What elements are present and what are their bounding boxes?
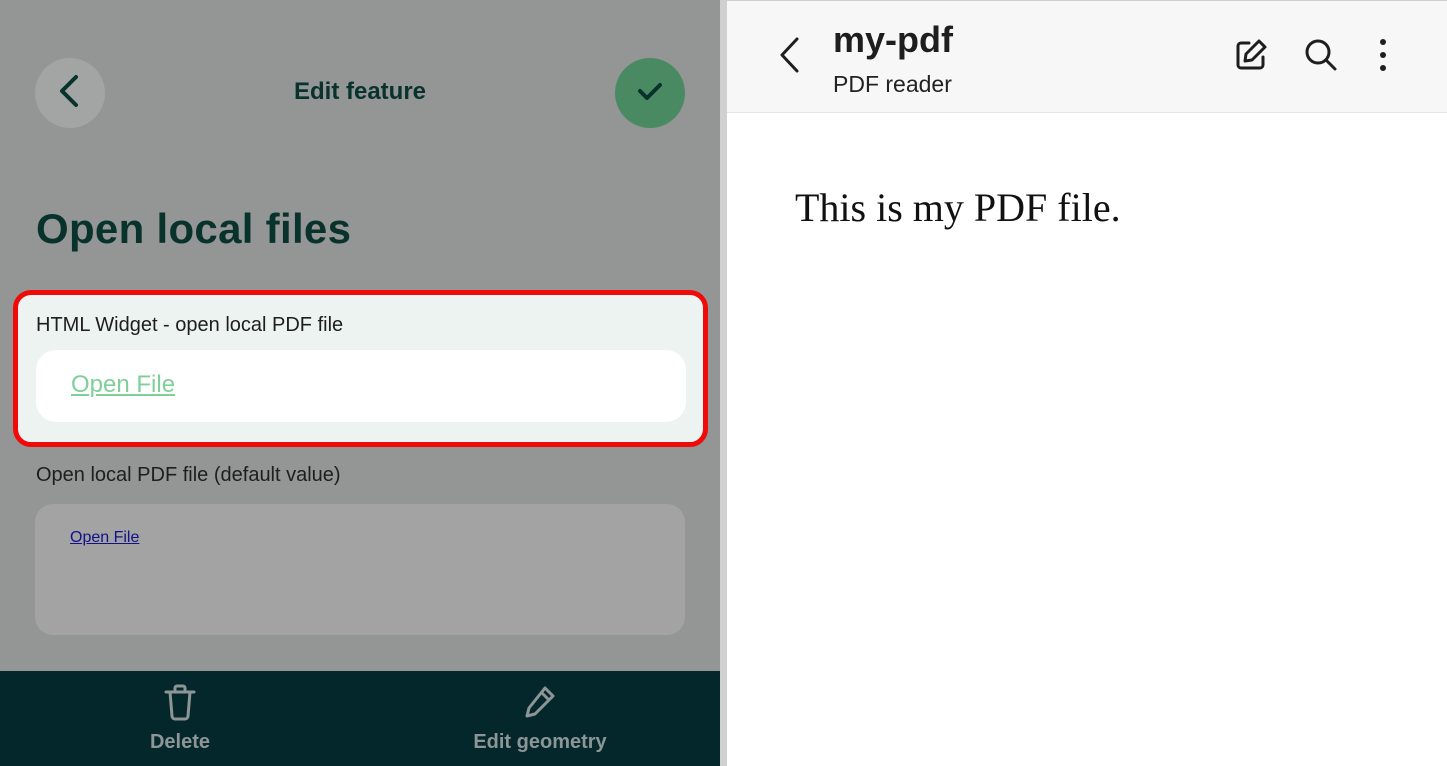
search-button[interactable] xyxy=(1301,37,1341,77)
edit-feature-screen: Edit feature Open local files HTML Widge… xyxy=(0,0,720,766)
pdf-content-text: This is my PDF file. xyxy=(795,185,1121,230)
default-field-label: Open local PDF file (default value) xyxy=(36,464,341,486)
html-widget-label: HTML Widget - open local PDF file xyxy=(36,314,344,336)
bottom-action-bar: Delete Edit geometry xyxy=(0,671,720,766)
open-file-link[interactable]: Open File xyxy=(71,371,175,399)
trash-icon xyxy=(163,683,197,721)
pdf-reader-header: my-pdf PDF reader xyxy=(727,1,1447,113)
delete-label: Delete xyxy=(149,731,211,753)
page-title: Open local files xyxy=(36,205,352,252)
search-icon xyxy=(1303,37,1339,78)
document-subtitle: PDF reader xyxy=(833,71,952,97)
panel-divider xyxy=(720,0,727,766)
delete-button[interactable]: Delete xyxy=(55,671,305,766)
edit-geometry-label: Edit geometry xyxy=(473,731,607,753)
html-widget-card: HTML Widget - open local PDF file Open F… xyxy=(13,290,708,447)
header-title: Edit feature xyxy=(293,78,427,105)
pencil-icon xyxy=(523,683,557,721)
checkmark-icon xyxy=(636,80,664,107)
pdf-reader-screen: my-pdf PDF reader This is my PDF file. xyxy=(727,0,1447,766)
edit-button[interactable] xyxy=(1231,37,1271,77)
more-options-button[interactable] xyxy=(1363,37,1403,77)
more-vertical-icon xyxy=(1378,38,1388,77)
default-field-box: Open File xyxy=(35,504,685,635)
confirm-button[interactable] xyxy=(615,58,685,128)
pdf-back-button[interactable] xyxy=(769,35,809,79)
edit-icon xyxy=(1233,37,1269,78)
back-arrow-icon xyxy=(777,35,801,80)
default-open-file-link[interactable]: Open File xyxy=(70,529,139,547)
document-title: my-pdf xyxy=(833,19,953,60)
html-widget-content: Open File xyxy=(36,350,686,422)
edit-geometry-button[interactable]: Edit geometry xyxy=(415,671,665,766)
